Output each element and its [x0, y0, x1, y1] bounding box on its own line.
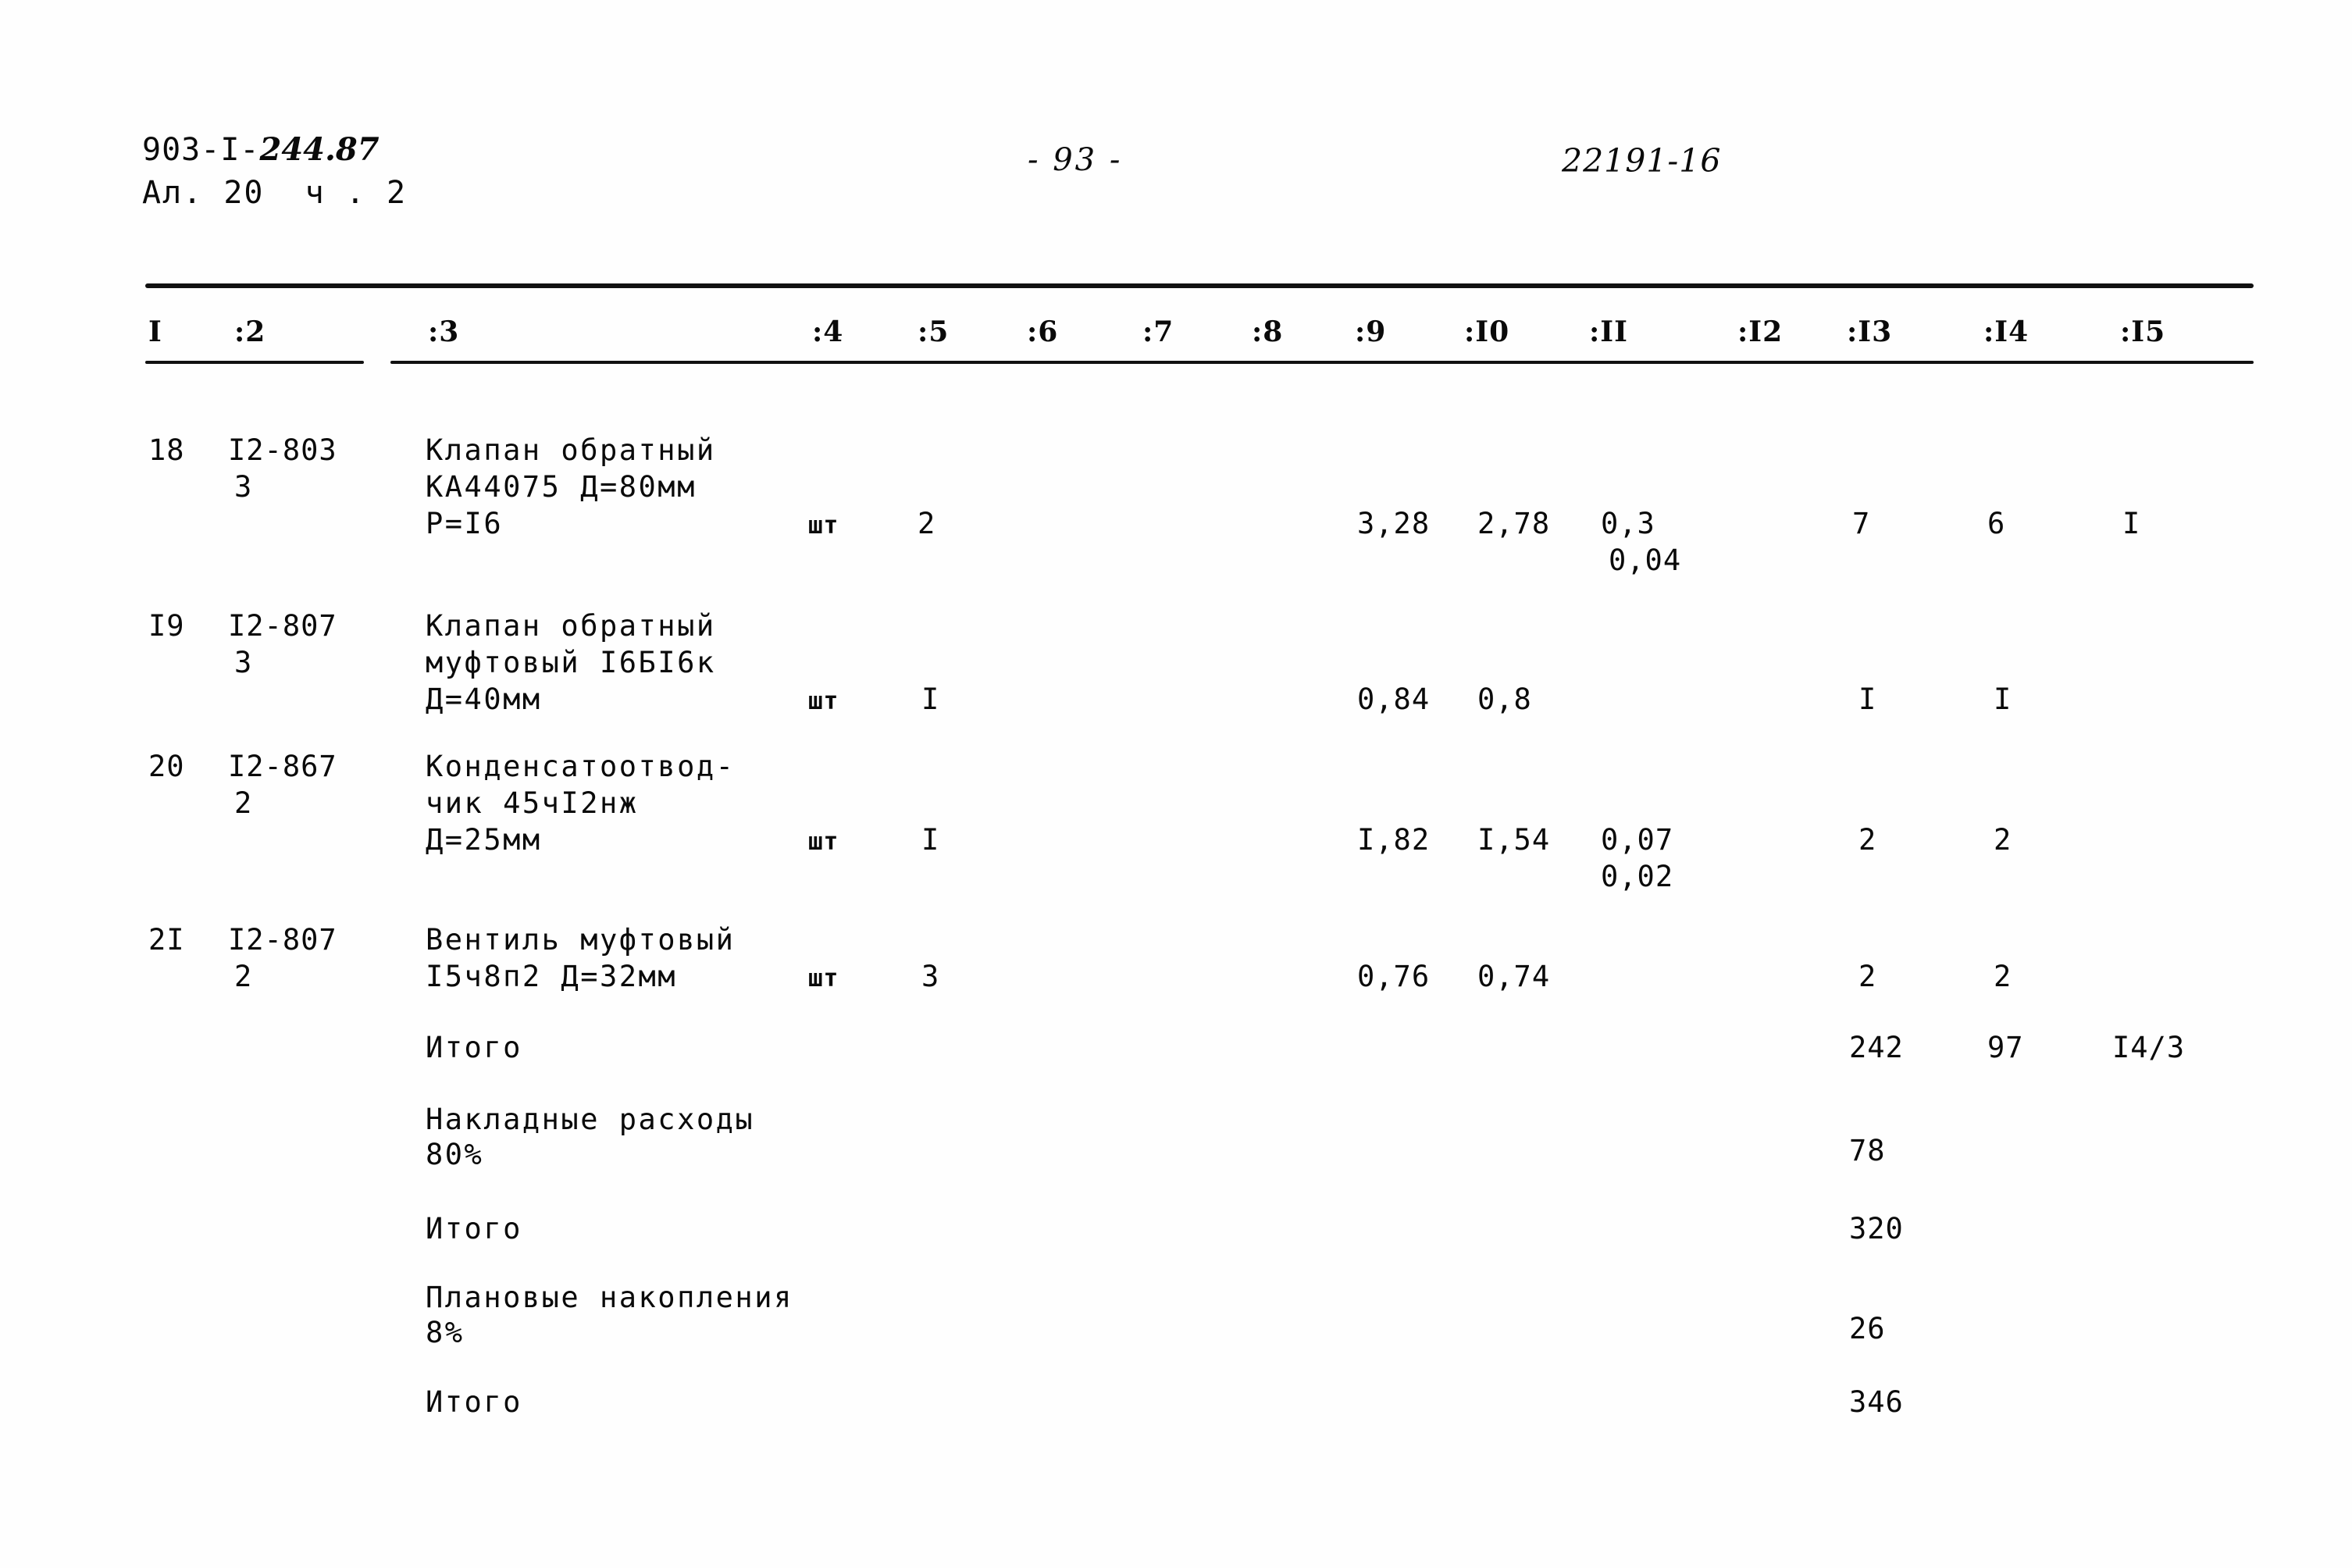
page-number: - 93 -	[1028, 142, 1123, 178]
summary-col15: I4/3	[2112, 1031, 2186, 1064]
row-col9: I,82	[1357, 823, 1431, 857]
row-col13: 2	[1858, 960, 1877, 993]
row-col11: 0,3	[1601, 507, 1655, 540]
column-header-1: I	[148, 315, 162, 348]
row-desc-line-3: Д=40мм	[426, 682, 542, 716]
column-header-3: :3	[428, 315, 460, 348]
row-unit: шт	[808, 511, 839, 540]
row-col14: 2	[1994, 960, 2012, 993]
row-desc-line-2: муфтовый I6БI6к	[426, 646, 716, 679]
column-header-2: :2	[234, 315, 266, 348]
row-code-2: 2	[234, 960, 253, 993]
summary-sublabel: 80%	[426, 1138, 484, 1171]
row-desc-line-2: КА44075 Д=80мм	[426, 470, 697, 504]
row-code-2: 3	[234, 470, 253, 504]
summary-label: Накладные расходы	[426, 1103, 755, 1136]
row-desc-line-2: чик 45чI2нж	[426, 786, 639, 820]
row-col14: I	[1994, 682, 2012, 716]
row-col13: I	[1858, 682, 1877, 716]
sheet-id: 22191-16	[1562, 142, 1722, 180]
column-header-4: :4	[812, 315, 844, 348]
row-col15: I	[2122, 507, 2141, 540]
column-header-15: :I5	[2120, 315, 2166, 348]
row-unit: шт	[808, 687, 839, 715]
row-code: I2-807	[228, 923, 337, 957]
summary-col13: 320	[1849, 1212, 1904, 1245]
row-col9: 0,84	[1357, 682, 1431, 716]
row-col10: 0,8	[1477, 682, 1532, 716]
summary-col13: 26	[1849, 1312, 1886, 1345]
summary-col14: 97	[1987, 1031, 2024, 1064]
row-col5: I	[921, 823, 940, 857]
table-top-rule	[145, 283, 2254, 288]
column-header-10: :I0	[1464, 315, 1510, 348]
row-unit: шт	[808, 964, 839, 992]
row-code: I2-807	[228, 609, 337, 643]
row-col14: 6	[1987, 507, 2006, 540]
row-desc-line-3: Д=25мм	[426, 823, 542, 857]
row-col10: 2,78	[1477, 507, 1551, 540]
row-col9: 3,28	[1357, 507, 1431, 540]
table-row: 2I	[148, 923, 185, 957]
row-code: I2-803	[228, 433, 337, 467]
summary-col13: 78	[1849, 1134, 1886, 1167]
project-code-prefix: 903-I-	[142, 132, 260, 168]
column-header-12: :I2	[1737, 315, 1784, 348]
column-header-9: :9	[1355, 315, 1387, 348]
row-col9: 0,76	[1357, 960, 1431, 993]
summary-sublabel: 8%	[426, 1316, 465, 1349]
row-code-2: 3	[234, 646, 253, 679]
column-header-7: :7	[1142, 315, 1174, 348]
row-desc-line-1: Клапан обратный	[426, 433, 716, 467]
column-header-11: :II	[1589, 315, 1628, 348]
row-col10: 0,74	[1477, 960, 1551, 993]
summary-col13: 346	[1849, 1385, 1904, 1419]
row-col11: 0,07	[1601, 823, 1674, 857]
row-desc-line-1: Конденсатоотвод-	[426, 750, 736, 783]
row-code: I2-867	[228, 750, 337, 783]
column-header-6: :6	[1027, 315, 1059, 348]
project-code-suffix: 244.87	[259, 131, 380, 168]
row-desc-line-1: Клапан обратный	[426, 609, 716, 643]
summary-label: Итого	[426, 1385, 522, 1419]
column-header-8: :8	[1252, 315, 1284, 348]
row-col13: 2	[1858, 823, 1877, 857]
column-header-13: :I3	[1847, 315, 1893, 348]
row-col5: 2	[918, 507, 936, 540]
row-col5: 3	[921, 960, 940, 993]
row-unit: шт	[808, 828, 839, 856]
table-row: 20	[148, 750, 185, 783]
table-row: I9	[148, 609, 185, 643]
document-header: 903-I-244.87 Ал. 20 ч . 2 - 93 - 22191-1…	[0, 131, 2352, 225]
project-code-line: 903-I-244.87	[142, 131, 407, 169]
summary-col13: 242	[1849, 1031, 1904, 1064]
row-col5: I	[921, 682, 940, 716]
summary-label: Итого	[426, 1212, 522, 1245]
row-col13: 7	[1852, 507, 1871, 540]
project-code-block: 903-I-244.87 Ал. 20 ч . 2	[142, 131, 407, 212]
album-line: Ал. 20 ч . 2	[142, 174, 408, 211]
row-desc-line-3: Р=I6	[426, 507, 504, 540]
row-col14: 2	[1994, 823, 2012, 857]
row-desc-line-1: Вентиль муфтовый	[426, 923, 736, 957]
row-col10: I,54	[1477, 823, 1551, 857]
row-code-2: 2	[234, 786, 253, 820]
column-header-5: :5	[918, 315, 950, 348]
table-row: 18	[148, 433, 185, 467]
header-rule-left	[145, 361, 364, 364]
summary-label: Итого	[426, 1031, 522, 1064]
document-page: 903-I-244.87 Ал. 20 ч . 2 - 93 - 22191-1…	[0, 0, 2352, 1568]
column-header-14: :I4	[1983, 315, 2029, 348]
row-col11-b: 0,02	[1601, 860, 1674, 893]
summary-label: Плановые накопления	[426, 1281, 793, 1314]
row-col11-b: 0,04	[1609, 543, 1682, 577]
header-rule-right	[390, 361, 2254, 364]
row-desc-line-2: I5ч8п2 Д=32мм	[426, 960, 678, 993]
